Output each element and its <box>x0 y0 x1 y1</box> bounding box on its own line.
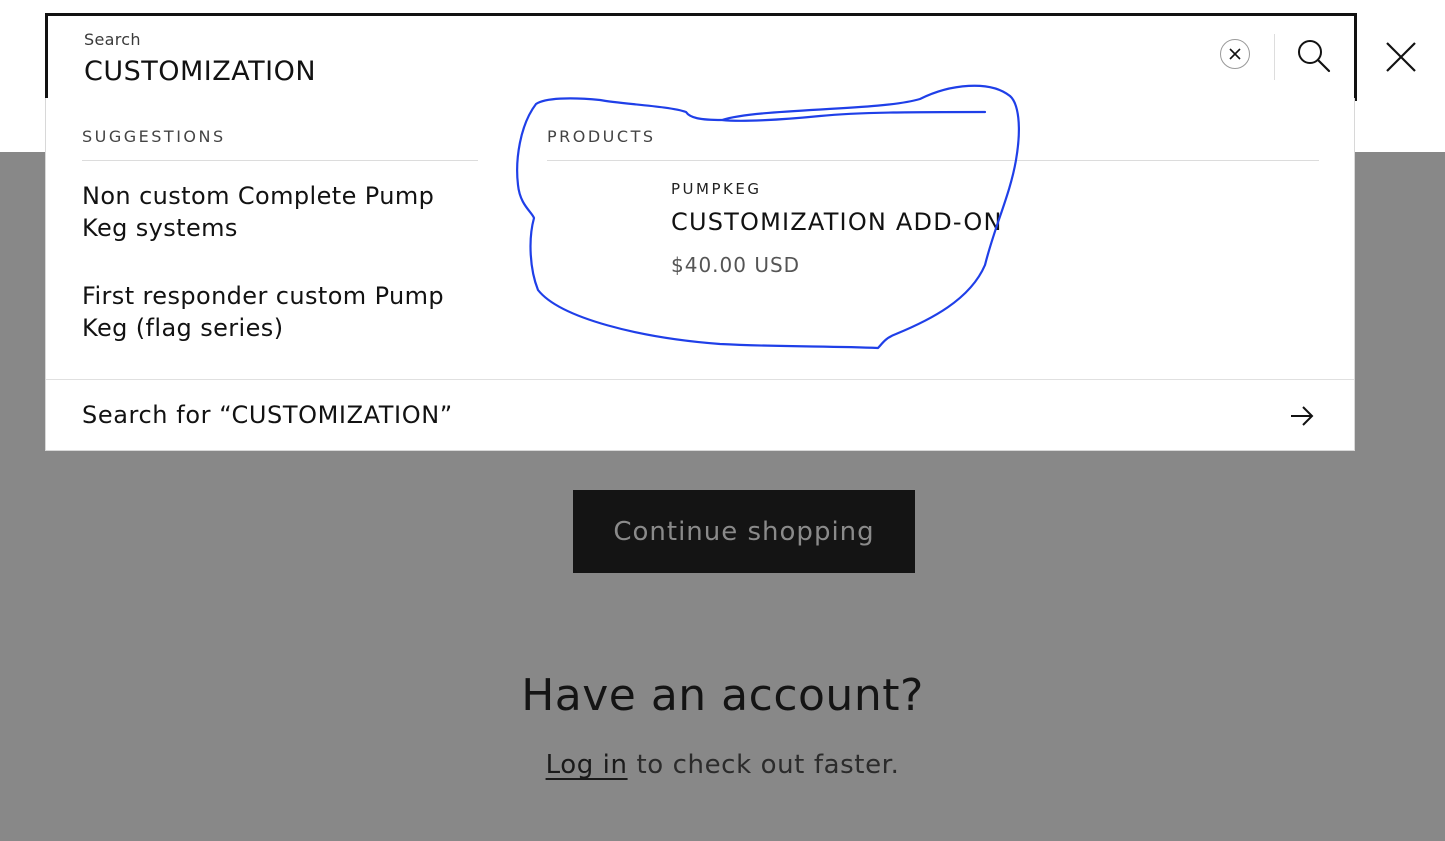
account-heading: Have an account? <box>521 670 924 721</box>
arrow-right-icon <box>1291 406 1314 426</box>
suggestion-item[interactable]: First responder custom Pump Keg (flag se… <box>82 280 482 344</box>
suggestions-heading: SUGGESTIONS <box>82 127 226 146</box>
search-submit-button[interactable] <box>1294 36 1334 76</box>
product-price: $40.00 USD <box>671 253 801 277</box>
search-icon <box>1298 40 1331 73</box>
products-divider <box>547 160 1319 161</box>
close-search-button[interactable] <box>1380 36 1422 78</box>
product-vendor: PUMPKEG <box>671 180 762 198</box>
products-heading: PRODUCTS <box>547 127 656 146</box>
search-divider <box>1274 34 1275 80</box>
login-suffix: to check out faster. <box>627 750 900 780</box>
close-icon <box>1386 42 1416 72</box>
search-box: Search <box>45 13 1357 101</box>
search-input[interactable] <box>84 52 1164 90</box>
search-for-row[interactable]: Search for “CUSTOMIZATION” <box>46 379 1354 451</box>
clear-icon <box>1229 48 1241 60</box>
clear-search-button[interactable] <box>1220 39 1250 69</box>
continue-shopping-button[interactable]: Continue shopping <box>573 490 915 573</box>
search-for-label: Search for “CUSTOMIZATION” <box>82 401 453 429</box>
suggestion-item[interactable]: Non custom Complete Pump Keg systems <box>82 180 482 244</box>
login-link[interactable]: Log in <box>546 750 628 780</box>
predictive-search-results: SUGGESTIONS Non custom Complete Pump Keg… <box>45 98 1355 451</box>
login-prompt: Log in to check out faster. <box>0 750 1445 780</box>
search-label: Search <box>84 30 141 49</box>
suggestions-divider <box>82 160 478 161</box>
product-title-link[interactable]: CUSTOMIZATION ADD-ON <box>671 208 1003 236</box>
